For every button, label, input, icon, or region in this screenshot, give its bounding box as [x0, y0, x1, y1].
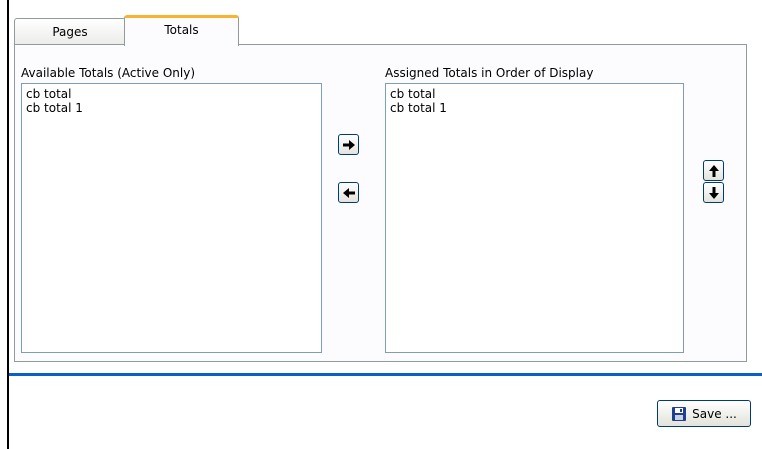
- assigned-totals-list[interactable]: cb total cb total 1: [385, 83, 684, 353]
- tab-totals-label: Totals: [164, 23, 199, 37]
- window-left-border: [7, 0, 9, 449]
- arrow-up-icon: [708, 164, 720, 178]
- move-down-button[interactable]: [703, 182, 724, 203]
- available-totals-list[interactable]: cb total cb total 1: [21, 83, 322, 353]
- add-total-button[interactable]: [338, 134, 359, 155]
- tab-pages-label: Pages: [52, 25, 88, 39]
- save-button[interactable]: Save ...: [657, 400, 751, 427]
- list-item[interactable]: cb total: [390, 87, 679, 101]
- list-item[interactable]: cb total 1: [26, 101, 317, 115]
- save-button-label: Save ...: [692, 406, 737, 421]
- floppy-disk-icon: [671, 406, 687, 422]
- available-totals-label: Available Totals (Active Only): [21, 66, 196, 80]
- arrow-right-icon: [342, 139, 356, 151]
- remove-total-button[interactable]: [338, 182, 359, 203]
- tab-totals[interactable]: Totals: [124, 15, 239, 46]
- tab-pages[interactable]: Pages: [14, 18, 126, 44]
- move-up-button[interactable]: [703, 160, 724, 181]
- list-item[interactable]: cb total: [26, 87, 317, 101]
- arrow-left-icon: [342, 187, 356, 199]
- assigned-totals-label: Assigned Totals in Order of Display: [385, 66, 594, 80]
- arrow-down-icon: [708, 186, 720, 200]
- list-item[interactable]: cb total 1: [390, 101, 679, 115]
- separator-line: [9, 373, 762, 376]
